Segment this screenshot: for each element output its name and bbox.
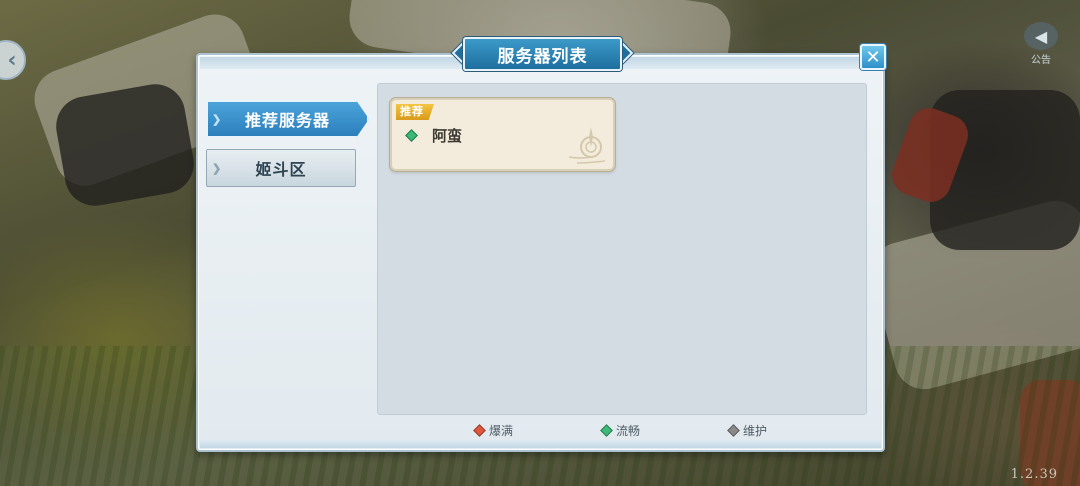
legend-label: 维护 — [743, 424, 768, 438]
notice-label: 公告 — [1031, 55, 1051, 66]
chevron-left-icon: ‹ — [7, 47, 17, 73]
legend-label: 流畅 — [616, 424, 641, 438]
version-label: 1.2.39 — [1010, 467, 1058, 482]
legend-smooth: 流畅 — [600, 422, 641, 439]
chevron-right-icon: ❯ — [212, 112, 223, 126]
tab-jidou-zone[interactable]: ❯ 姬斗区 — [206, 149, 356, 187]
title-ribbon: 服务器列表 — [451, 36, 634, 72]
server-name: 阿蛮 — [432, 127, 463, 145]
legend-full: 爆满 — [473, 422, 514, 439]
speaker-icon: ◀ — [1024, 22, 1058, 50]
legend-maintenance: 维护 — [727, 422, 768, 439]
status-gem-icon — [405, 129, 418, 142]
recommended-badge: 推荐 — [396, 104, 434, 120]
close-button[interactable]: ✕ — [860, 44, 886, 70]
tab-recommended[interactable]: ❯ 推荐服务器 — [206, 100, 369, 138]
compass-ornament-icon — [568, 127, 606, 164]
title-bar: 服务器列表 — [463, 37, 622, 71]
server-card[interactable]: 推荐 阿蛮 — [390, 98, 615, 171]
close-icon: ✕ — [865, 46, 881, 68]
legend-label: 爆满 — [489, 424, 514, 438]
tab-label: 姬斗区 — [255, 160, 307, 179]
green-gem-icon — [600, 424, 613, 437]
panel-bottom-border — [200, 440, 881, 448]
red-gem-icon — [473, 424, 486, 437]
chevron-right-icon: ❯ — [212, 161, 223, 175]
gray-gem-icon — [727, 424, 740, 437]
page-title: 服务器列表 — [497, 46, 588, 67]
tab-label: 推荐服务器 — [244, 111, 330, 130]
notice-button[interactable]: ◀ 公告 — [1020, 22, 1062, 66]
